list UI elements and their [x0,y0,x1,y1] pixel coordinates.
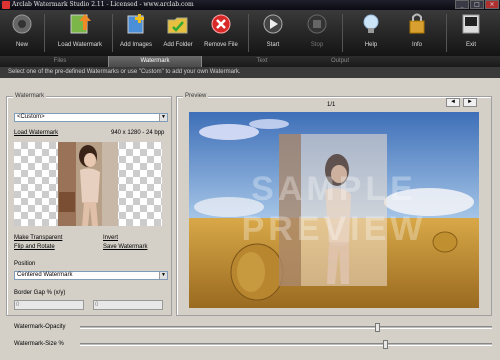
preview-watermark-line-2: PREVIEW [242,210,427,248]
add-images-icon [127,14,144,34]
minimize-button[interactable]: _ [455,0,469,9]
help-button[interactable]: Help [356,12,386,54]
load-watermark-icon [70,14,91,34]
size-label: Watermark-Size % [14,341,64,347]
tab-text[interactable]: Text [232,56,292,67]
window-controls: _ □ × [455,0,499,9]
maximize-button[interactable]: □ [470,0,484,9]
info-lock-icon [409,13,425,34]
size-slider-track[interactable] [80,343,492,346]
new-icon [12,14,32,34]
tab-watermark[interactable]: Watermark [108,56,202,67]
remove-file-icon [211,14,231,34]
load-watermark-button[interactable]: Load Watermark [52,12,108,54]
opacity-slider-track[interactable] [80,326,492,329]
toolbar: New Load Watermark Add Images Add Folder… [0,10,500,56]
app-icon [2,1,10,9]
tab-files[interactable]: Files [30,56,90,67]
invert-link[interactable]: Invert [103,235,118,241]
size-slider-thumb[interactable] [382,340,388,349]
position-label: Position [14,261,36,267]
next-image-button[interactable]: ► [463,98,477,107]
position-select[interactable]: Centered Watermark ▼ [14,271,168,280]
watermark-dimensions: 940 x 1280 - 24 bpp [111,130,165,136]
watermark-image [58,142,118,226]
exit-button[interactable]: Exit [456,12,486,54]
watermark-thumbnail [14,142,162,226]
chevron-down-icon[interactable]: ▼ [159,272,167,279]
chevron-down-icon[interactable]: ▼ [159,114,167,121]
play-icon [263,14,283,34]
flip-rotate-link[interactable]: Flip and Rotate [14,244,55,250]
preview-watermark-line-1: SAMPLE [251,170,417,208]
remove-file-button[interactable]: Remove File [200,12,242,54]
stop-button[interactable]: Stop [302,12,332,54]
border-gap-x-input[interactable]: 0 [14,300,84,310]
watermark-panel-title: Watermark [13,93,47,99]
preview-panel-title: Preview [183,93,209,99]
border-gap-label: Border Gap % (x/y) [14,290,66,296]
add-images-button[interactable]: Add Images [116,12,156,54]
opacity-slider-thumb[interactable] [374,323,380,332]
exit-door-icon [462,14,480,34]
opacity-label: Watermark-Opacity [14,324,66,330]
border-gap-y-input[interactable]: 0 [93,300,163,310]
start-button[interactable]: Start [258,12,288,54]
preview-image: SAMPLE PREVIEW [189,112,479,308]
hay-bale-small [432,231,458,253]
add-folder-button[interactable]: Add Folder [160,12,196,54]
make-transparent-link[interactable]: Make Transparent [14,235,62,241]
info-button[interactable]: Info [402,12,432,54]
close-button[interactable]: × [485,0,499,9]
preview-counter: 1/1 [327,102,336,108]
watermark-panel: Watermark <Custom> ▼ Load Watermark 940 … [6,93,172,316]
tab-bar: Files Watermark Text Output [0,56,500,67]
previous-image-button[interactable]: ◄ [446,98,460,107]
window-title: Arclab Watermark Studio 2.11 - Licensed … [12,1,194,8]
add-folder-icon [167,17,188,34]
save-watermark-link[interactable]: Save Watermark [103,244,147,250]
new-button[interactable]: New [4,12,40,54]
watermark-preset-select[interactable]: <Custom> ▼ [14,113,168,122]
stop-icon [307,14,327,34]
lightbulb-icon [363,14,379,33]
load-watermark-link[interactable]: Load Watermark [14,130,58,136]
title-bar: Arclab Watermark Studio 2.11 - Licensed … [0,0,500,10]
tab-output[interactable]: Output [310,56,370,67]
hint-text: Select one of the pre-defined Watermarks… [0,67,500,78]
